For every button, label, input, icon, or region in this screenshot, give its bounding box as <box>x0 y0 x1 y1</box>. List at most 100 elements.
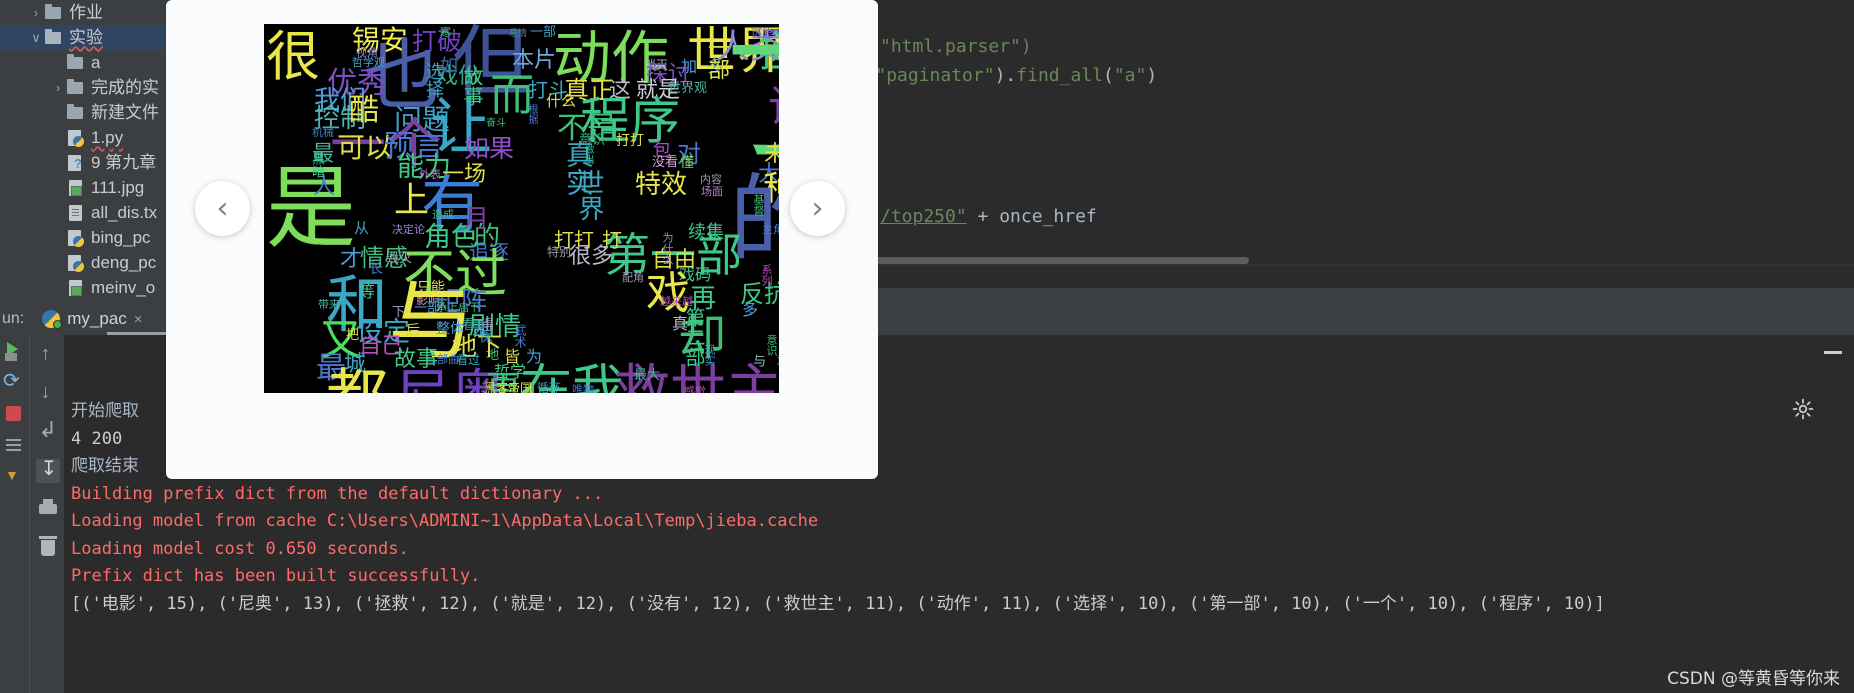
chevron-right-icon[interactable]: › <box>50 80 66 96</box>
wordcloud-word: 机械 <box>312 126 334 139</box>
run-left-toolbar <box>0 335 28 693</box>
wordcloud-word: 多 <box>742 300 759 319</box>
wordcloud-word: 从 <box>354 219 370 237</box>
wordcloud-word: 后 <box>406 323 420 339</box>
trash-icon[interactable] <box>36 535 60 559</box>
wordcloud-word-vertical: 为什么 <box>661 232 674 265</box>
tree-item-label: 完成的实 <box>91 78 159 97</box>
expand-icon[interactable] <box>3 467 25 489</box>
wordcloud-word-vertical: 根据 <box>526 104 537 124</box>
wordcloud-word-vertical: 做出 <box>582 144 593 164</box>
stop-icon[interactable] <box>3 403 25 425</box>
chevron-right-icon[interactable]: › <box>28 5 44 21</box>
console-line: Loading model cost 0.650 seconds. <box>71 538 409 559</box>
wordcloud-word: 看过 <box>456 353 481 367</box>
wordcloud-word: 配角 <box>622 271 644 284</box>
scroll-to-end-icon[interactable] <box>35 456 60 483</box>
wordcloud-word: 感觉 <box>684 385 706 393</box>
python-icon <box>42 310 63 329</box>
code-token: ) <box>1146 65 1158 86</box>
tree-item-label: 9 第九章 <box>91 153 157 172</box>
wordcloud-word: 黑客帝国 <box>484 381 533 393</box>
wordcloud-word-vertical: 世界 <box>574 169 604 221</box>
print-icon[interactable] <box>36 497 60 521</box>
tree-item-label: 新建文件 <box>91 103 159 122</box>
watermark-text: CSDN @等黄昏等你来 <box>1667 669 1840 689</box>
folder-open-icon <box>44 28 64 47</box>
code-token: "html.parser") <box>880 36 1032 57</box>
img-icon <box>66 179 86 197</box>
code-token: ). <box>994 65 1017 86</box>
wordcloud-word: 决定论 <box>392 223 425 236</box>
wordcloud-word: 主角 <box>762 223 779 236</box>
folder-icon <box>66 103 86 122</box>
wordcloud-word-vertical: 第二部 <box>682 307 706 367</box>
run-window-label: un: <box>2 310 25 327</box>
wordcloud-word: 很 <box>266 25 320 88</box>
py-icon <box>66 254 86 272</box>
code-token: + once_href <box>966 206 1097 227</box>
code-line: /top250" + once_href <box>880 206 1097 227</box>
img-icon <box>66 279 86 297</box>
code-token: /top250" <box>880 206 967 227</box>
code-line: ss_="paginator").find_all("a") <box>832 65 1157 86</box>
tree-item-label: bing_pc <box>91 228 151 247</box>
wordcloud-word-vertical: 与 <box>750 354 765 367</box>
folder-icon <box>66 78 86 97</box>
wordcloud-word-vertical: 无 <box>469 320 488 336</box>
wordcloud-word: 本片 <box>512 48 557 73</box>
run-tab-my-pac[interactable]: my_pac × <box>42 309 143 329</box>
chevron-down-icon[interactable]: ∨ <box>28 30 44 46</box>
unknown-icon <box>66 154 86 172</box>
ide-window: ›作业∨实验›a›完成的实›新建文件›1.py›9 第九章›111.jpg›al… <box>0 0 1854 693</box>
down-arrow-icon[interactable] <box>36 381 60 407</box>
wordcloud-word: 一部 <box>530 25 557 40</box>
wordcloud-word-vertical: 选择 <box>423 62 444 98</box>
code-token: ( <box>1102 65 1114 86</box>
folder-icon <box>44 3 64 22</box>
wordcloud-word: 寒 <box>440 26 451 39</box>
wordcloud-word-vertical: 现实 <box>703 344 716 366</box>
next-image-button[interactable]: › <box>790 181 845 236</box>
wordcloud-image: 很锡安 打破寒也但悬情 视角 哲学观 本片 优秀 戏份如我们 控制酷问题 一个而让机械 可以 预言如… <box>264 24 779 393</box>
py-icon <box>66 229 86 247</box>
wordcloud-word: 最大 <box>634 368 661 383</box>
wordcloud-word: 很多 <box>569 244 614 269</box>
wordcloud-word: 造成 <box>432 208 454 221</box>
code-token: find_all <box>1016 65 1103 86</box>
run-tab-label: my_pac <box>67 309 127 328</box>
wordcloud-word: 悬情 <box>509 29 528 39</box>
wordcloud-word-vertical: 武术 <box>513 324 527 348</box>
run-icon[interactable] <box>3 339 25 361</box>
wordcloud-word: 越来越 <box>660 295 693 308</box>
wordcloud-word-vertical: 意识 <box>765 334 778 356</box>
wordcloud-word: 特别 <box>547 245 572 259</box>
pin-icon[interactable] <box>3 435 25 457</box>
soft-wrap-icon[interactable] <box>36 417 60 445</box>
file-icon <box>66 204 86 222</box>
console-line: Prefix dict has been built successfully. <box>71 566 481 586</box>
wordcloud-word: 续集 <box>688 222 724 243</box>
wordcloud-word-vertical: 故事 <box>460 66 484 106</box>
wordcloud-word: 等 <box>359 282 376 301</box>
wordcloud-word: 懂 <box>680 155 694 171</box>
code-token: "a" <box>1113 65 1147 86</box>
wordcloud-word-vertical: 系列 <box>760 264 773 286</box>
rerun-icon[interactable] <box>3 368 25 393</box>
up-arrow-icon[interactable] <box>36 343 60 369</box>
code-line: "html.parser") <box>880 36 1032 57</box>
wordcloud-word: 场面 <box>701 185 723 198</box>
close-icon[interactable]: × <box>134 311 143 328</box>
previous-image-button[interactable]: ‹ <box>195 181 250 236</box>
wordcloud-word: 如果 <box>464 134 515 163</box>
wordcloud-word: 什么 <box>546 92 577 110</box>
gear-icon[interactable] <box>1792 343 1814 420</box>
wordcloud-word: 打打 <box>616 133 644 149</box>
code-token: "paginator" <box>875 65 995 86</box>
wordcloud-word: 奋斗 <box>486 118 506 129</box>
wordcloud-word: 没看 <box>652 155 679 170</box>
minimize-icon[interactable] <box>1824 351 1842 354</box>
wordcloud-word: 内容 <box>700 173 722 186</box>
tree-item-label: a <box>91 53 101 72</box>
wordcloud-word-vertical: 黑暗 <box>309 152 324 178</box>
